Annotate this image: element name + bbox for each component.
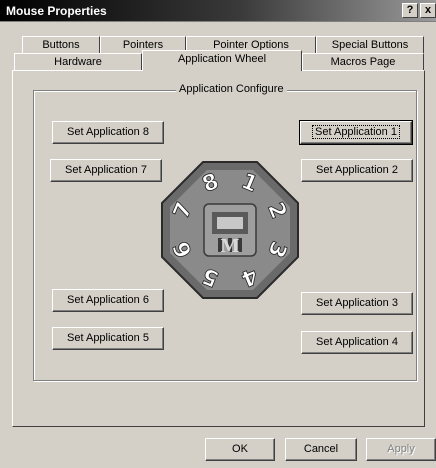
set-application-4-button[interactable]: Set Application 4 xyxy=(301,331,413,354)
set-application-1-label: Set Application 1 xyxy=(312,125,400,139)
set-application-5-button[interactable]: Set Application 5 xyxy=(52,327,164,350)
ok-button[interactable]: OK xyxy=(205,438,275,461)
mouse-properties-window: Mouse Properties ? x Buttons Pointers Po… xyxy=(0,0,436,468)
group-title: Application Configure xyxy=(176,83,287,95)
tab-row-front: Hardware Application Wheel Macros Page xyxy=(12,50,426,71)
set-application-7-button[interactable]: Set Application 7 xyxy=(50,159,162,182)
apply-button[interactable]: Apply xyxy=(366,438,436,461)
wheel-logo-letter: M xyxy=(221,235,240,257)
set-application-1-button[interactable]: Set Application 1 xyxy=(299,120,413,145)
set-application-2-button[interactable]: Set Application 2 xyxy=(301,159,413,182)
help-button[interactable]: ? xyxy=(402,3,418,18)
tab-buttons[interactable]: Buttons xyxy=(22,36,100,54)
cancel-button[interactable]: Cancel xyxy=(285,438,357,461)
application-wheel: M 1 2 3 4 5 6 7 8 xyxy=(161,161,299,299)
tab-application-wheel[interactable]: Application Wheel xyxy=(142,50,302,71)
close-button[interactable]: x xyxy=(420,3,436,18)
window-title: Mouse Properties xyxy=(6,4,107,18)
set-application-6-button[interactable]: Set Application 6 xyxy=(52,289,164,312)
set-application-3-button[interactable]: Set Application 3 xyxy=(301,292,413,315)
set-application-8-button[interactable]: Set Application 8 xyxy=(52,121,164,144)
tab-hardware[interactable]: Hardware xyxy=(14,53,142,71)
title-bar: Mouse Properties ? x xyxy=(0,0,436,22)
tab-macros-page[interactable]: Macros Page xyxy=(302,53,424,71)
tab-special-buttons[interactable]: Special Buttons xyxy=(316,36,424,54)
